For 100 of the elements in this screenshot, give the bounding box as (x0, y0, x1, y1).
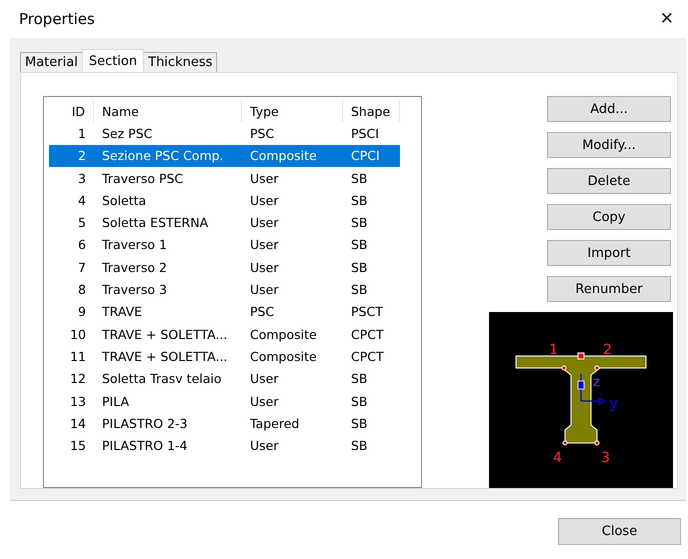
type-cell-text: Composite (249, 326, 318, 342)
shape-cell-text: SB (350, 282, 369, 298)
name-cell-text: Traverso 1 (101, 237, 168, 252)
type-cell-text: User (249, 192, 280, 208)
shape-cell-text: SB (350, 438, 369, 454)
table-row[interactable]: 13 PILA User SB (49, 390, 400, 412)
id-cell-text: 2 (77, 148, 87, 164)
name-cell-text: Sezione PSC Comp. (101, 148, 225, 164)
table-row[interactable]: 9 TRAVE PSC PSCT (49, 300, 400, 323)
table-row[interactable]: 1 Sez PSC PSC PSCI (49, 122, 400, 145)
shape-cell-text: SB (350, 371, 369, 386)
type-cell-text: User (249, 237, 280, 252)
tab[interactable]: Material (20, 52, 83, 72)
name-cell-text: PILASTRO 1-4 (101, 438, 189, 454)
action-button[interactable]: Copy (547, 204, 671, 230)
type-cell-text: PSC (249, 126, 276, 141)
table-row[interactable]: 2 Sezione PSC Comp. Composite CPCI (49, 144, 400, 167)
tab[interactable]: Section (82, 49, 144, 72)
id-cell-text: 8 (77, 282, 87, 298)
close-button[interactable]: Close (558, 518, 681, 545)
axis-label: y (609, 394, 618, 412)
name-cell-text: TRAVE + SOLETTA... (101, 348, 228, 364)
name-cell-text: Traverso 3 (101, 282, 168, 298)
tab[interactable]: Thickness (143, 52, 218, 72)
type-cell-text: PSC (249, 304, 276, 320)
action-button[interactable]: Import (547, 240, 671, 266)
id-cell-text: 3 (77, 170, 87, 186)
name-cell-text: PILA (101, 394, 130, 408)
table-row[interactable]: 3 Traverso PSC User SB (49, 166, 400, 190)
type-cell-text: User (249, 282, 280, 298)
shape-cell-text: SB (350, 260, 369, 275)
table-row[interactable]: 5 Soletta ESTERNA User SB (49, 211, 400, 234)
shape-cell-text: PSCT (350, 304, 384, 320)
shape-cell-text: SB (350, 394, 369, 408)
shape-cell-text: CPCI (350, 148, 381, 164)
type-cell-text: User (249, 438, 280, 454)
name-cell-text: Sez PSC (101, 126, 154, 141)
table-row[interactable]: 14 PILASTRO 2-3 Tapered SB (49, 412, 400, 434)
action-button[interactable]: Modify... (547, 132, 671, 158)
type-cell-text: User (249, 394, 280, 408)
point-label: 4 (553, 450, 562, 466)
id-cell-text: 9 (77, 304, 87, 320)
shape-cell-text: CPCT (350, 326, 385, 342)
axis-label: z (593, 375, 600, 390)
name-cell-text: Traverso PSC (101, 170, 184, 186)
action-button[interactable]: Delete (547, 168, 671, 194)
id-cell-text: 12 (69, 371, 87, 386)
type-cell-text: User (249, 170, 280, 186)
shape-cell-text: SB (350, 215, 369, 230)
point-marker (562, 440, 568, 446)
id-cell-text: 13 (69, 394, 87, 408)
shape-cell-text: SB (350, 192, 369, 208)
action-button[interactable]: Renumber (547, 276, 671, 302)
point-marker (562, 366, 566, 370)
table-row[interactable]: 6 Traverso 1 User SB (49, 234, 400, 256)
name-cell-text: Soletta (101, 192, 148, 208)
shape-cell-text: SB (350, 170, 369, 186)
table-row[interactable]: 10 TRAVE + SOLETTA... Composite CPCT (49, 322, 400, 346)
column-header[interactable]: Shape (343, 100, 400, 122)
id-cell-text: 14 (69, 416, 87, 431)
table-row[interactable]: 11 TRAVE + SOLETTA... Composite CPCT (49, 345, 400, 368)
shape-cell-text: SB (350, 416, 369, 431)
point-marker (594, 440, 600, 446)
close-button[interactable]: ✕ (656, 9, 678, 29)
table-row[interactable]: 8 Traverso 3 User SB (49, 278, 400, 301)
type-cell-text: User (249, 371, 280, 386)
name-cell-text: Traverso 2 (101, 260, 168, 275)
name-cell-text: TRAVE + SOLETTA... (101, 326, 228, 342)
id-cell-text: 6 (77, 237, 87, 252)
type-cell-text: Composite (249, 348, 318, 364)
type-cell-text: User (249, 215, 280, 230)
id-cell-text: 7 (77, 260, 87, 275)
centroid-marker (578, 352, 584, 360)
shape-cell-text: PSCI (350, 126, 380, 141)
table-row[interactable]: 12 Soletta Trasv telaio User SB (49, 368, 400, 390)
axis-arrows (578, 374, 606, 405)
id-cell-text: 15 (69, 438, 87, 454)
column-header[interactable]: Type (242, 100, 343, 122)
name-cell-text: PILASTRO 2-3 (101, 416, 189, 431)
table-row[interactable]: 7 Traverso 2 User SB (49, 256, 400, 278)
type-cell-text: User (249, 260, 280, 275)
id-cell-text: 11 (69, 348, 87, 364)
table-row[interactable]: 4 Soletta User SB (49, 189, 400, 212)
column-header[interactable]: Name (94, 100, 242, 122)
point-marker (594, 366, 600, 370)
action-button[interactable]: Add... (547, 96, 671, 122)
id-cell-text: 4 (77, 192, 87, 208)
type-cell-text: Tapered (249, 416, 300, 431)
type-cell-text: Composite (249, 148, 318, 164)
shape-cell-text: SB (350, 237, 369, 252)
name-cell-text: Soletta Trasv telaio (101, 371, 223, 386)
id-cell-text: 5 (77, 215, 87, 230)
shape-cell-text: CPCT (350, 348, 385, 364)
column-header[interactable]: ID (49, 100, 94, 122)
point-label: 3 (601, 450, 610, 466)
id-cell-text: 10 (69, 326, 87, 342)
point-label: 1 (549, 342, 558, 358)
id-cell-text: 1 (77, 126, 87, 141)
table-row[interactable]: 15 PILASTRO 1-4 User SB (49, 434, 400, 457)
name-cell-text: TRAVE (101, 304, 144, 320)
